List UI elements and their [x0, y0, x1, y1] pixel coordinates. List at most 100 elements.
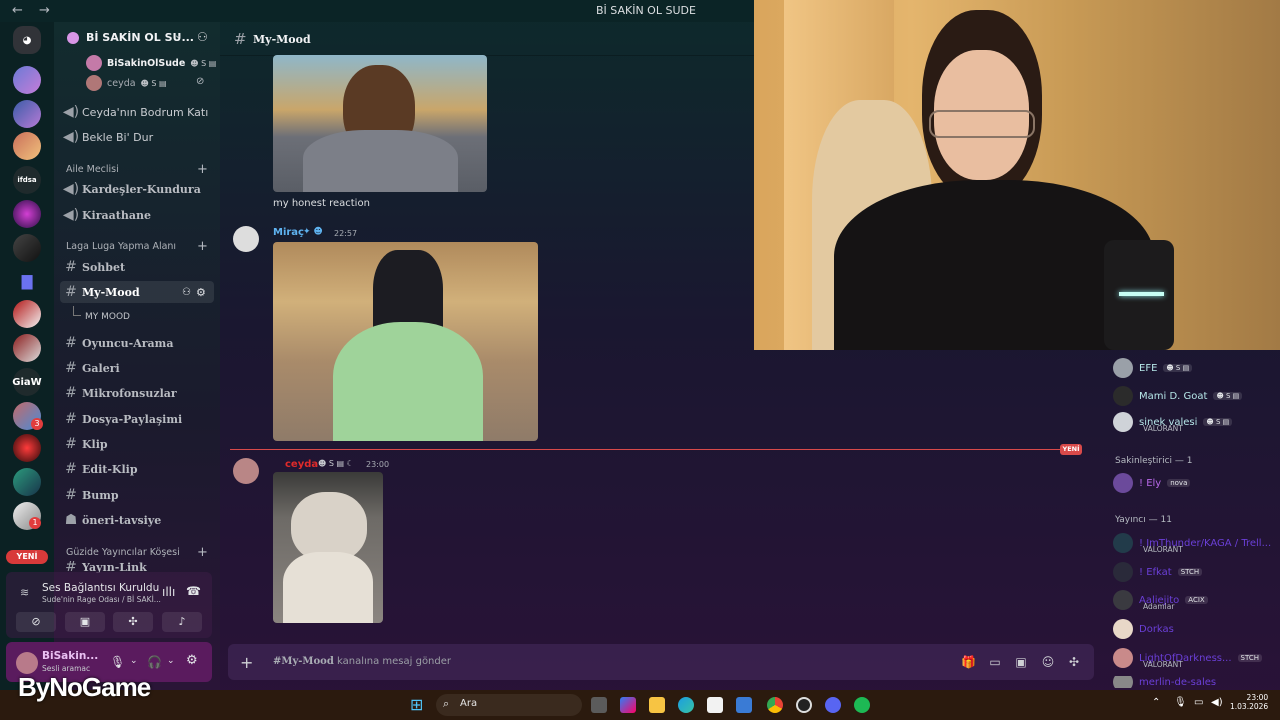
channel-my-mood[interactable]: # My-Mood ⚇ ⚙	[60, 281, 214, 303]
channel-edit-klip[interactable]: # Edit-Klip	[60, 458, 214, 480]
signal-icon[interactable]: ≋	[20, 586, 29, 599]
obs-icon[interactable]	[796, 697, 812, 713]
message-author[interactable]: Miraç	[273, 227, 304, 238]
new-badge[interactable]: YENİ	[6, 550, 48, 564]
member-item[interactable]: Mami D. Goat ☻ S ▤	[1113, 386, 1243, 406]
app-icon[interactable]	[620, 697, 636, 713]
add-member-icon[interactable]: ⚇	[182, 287, 191, 298]
channel-oneri-tavsiye[interactable]: ☗ öneri-tavsiye	[60, 509, 214, 531]
file-explorer-icon[interactable]	[649, 697, 665, 713]
category-guzide[interactable]: Güzide Yayıncılar Köşesi	[66, 547, 180, 558]
add-channel-icon[interactable]: +	[197, 545, 208, 560]
store-icon[interactable]	[707, 697, 723, 713]
member-tag: ☻ S ▤	[1203, 418, 1233, 426]
edge-icon[interactable]	[678, 697, 694, 713]
add-channel-icon[interactable]: +	[197, 239, 208, 254]
channel-dosya-paylasimi[interactable]: # Dosya-Paylaşimi	[60, 408, 214, 430]
member-item[interactable]: Aaliejito ACIX Adamlar	[1113, 588, 1208, 612]
voice-channel[interactable]: ◀) Ceyda'nın Bodrum Katı	[60, 101, 214, 123]
screen-share-button[interactable]: ▣	[65, 612, 105, 632]
disconnect-icon[interactable]: ☎	[186, 584, 201, 598]
member-item[interactable]: LightOfDarkness... STCH VALORANT	[1113, 646, 1262, 670]
discord-icon[interactable]	[825, 697, 841, 713]
gear-icon[interactable]: ⚙	[196, 286, 206, 299]
gift-icon[interactable]: 🎁	[961, 655, 976, 669]
member-item[interactable]: EFE ☻ S ▤	[1113, 358, 1193, 378]
channel-mikrofonsuzlar[interactable]: # Mikrofonsuzlar	[60, 382, 214, 404]
server-icon[interactable]	[13, 132, 41, 160]
avatar	[1113, 619, 1133, 639]
chrome-icon[interactable]	[767, 697, 783, 713]
volume-icon[interactable]: ◀)	[1211, 697, 1223, 708]
member-item[interactable]: merlin-de-sales	[1113, 676, 1216, 688]
add-attachment-icon[interactable]: +	[240, 653, 253, 672]
activities-button[interactable]: ✣	[113, 612, 153, 632]
chevron-up-icon[interactable]: ⌃	[1152, 697, 1160, 708]
server-icon[interactable]	[13, 468, 41, 496]
task-view-icon[interactable]	[591, 697, 607, 713]
message-gif[interactable]	[273, 55, 487, 192]
server-icon[interactable]	[13, 100, 41, 128]
microphone-icon[interactable]: 🎙	[110, 655, 125, 669]
voice-channel[interactable]: ◀) Bekle Bi' Dur	[60, 126, 214, 148]
member-item[interactable]: ! Ely nova	[1113, 473, 1191, 493]
sticker-icon[interactable]: ▣	[1014, 655, 1028, 669]
chevron-down-icon[interactable]: ⌄	[167, 656, 175, 666]
voice-user[interactable]: ceyda ☻ S ▤	[86, 75, 167, 91]
message-gif[interactable]	[273, 242, 538, 441]
apps-icon[interactable]: ✣	[1067, 655, 1081, 669]
server-icon[interactable]	[13, 66, 41, 94]
microphone-tray-icon[interactable]: 🎙	[1174, 697, 1187, 708]
channel-klip[interactable]: # Klip	[60, 433, 214, 455]
category-aile-meclisi[interactable]: Aile Meclisi	[66, 164, 119, 175]
member-item[interactable]: Dorkas	[1113, 619, 1174, 639]
channel-bump[interactable]: # Bump	[60, 484, 214, 506]
avatar[interactable]	[233, 226, 259, 252]
channel-oyuncu-arama[interactable]: # Oyuncu-Arama	[60, 332, 214, 354]
camera-off-button[interactable]: ⊘	[16, 612, 56, 632]
server-icon[interactable]: GiaW	[12, 368, 42, 396]
nav-arrows[interactable]: ← →	[12, 3, 56, 18]
server-icon[interactable]	[13, 234, 41, 262]
thread-my-mood[interactable]: MY MOOD	[85, 312, 130, 322]
taskbar-search[interactable]	[436, 694, 582, 716]
server-icon[interactable]: ifdsa	[13, 166, 41, 194]
channel-galeri[interactable]: # Galeri	[60, 357, 214, 379]
channel-kiraathane[interactable]: ◀) Kiraathane	[60, 204, 214, 226]
message-input[interactable]: #My-Mood kanalına mesaj gönder	[273, 656, 451, 667]
server-icon[interactable]	[13, 334, 41, 362]
server-icon[interactable]	[13, 300, 41, 328]
discord-home-icon[interactable]: ◕	[13, 26, 41, 54]
avatar[interactable]	[233, 458, 259, 484]
avatar[interactable]	[16, 652, 38, 674]
folder-icon[interactable]: ▇	[13, 268, 41, 296]
voice-room-name[interactable]: Sude'nin Rage Odası / Bİ SAKİ...	[42, 595, 161, 604]
member-item[interactable]: sinek valesi ☻ S ▤ VALORANT	[1113, 410, 1233, 434]
chevron-down-icon[interactable]: ⌄	[130, 656, 138, 666]
channel-sohbet[interactable]: # Sohbet	[60, 256, 214, 278]
server-icon[interactable]	[13, 200, 41, 228]
add-channel-icon[interactable]: +	[197, 162, 208, 177]
invite-icon[interactable]: ⚇	[197, 30, 208, 44]
member-item[interactable]: ! ImThunder/KAGA / Trell... VALORANT	[1113, 531, 1271, 555]
member-item[interactable]: ! Efkat STCH	[1113, 562, 1203, 582]
channel-kardesler-kundura[interactable]: ◀) Kardeşler-Kundura	[60, 178, 214, 200]
message-image[interactable]	[273, 472, 383, 623]
mail-icon[interactable]	[736, 697, 752, 713]
category-laga-luga[interactable]: Laga Luga Yapma Alanı	[66, 241, 176, 252]
message-author[interactable]: ceyda	[285, 459, 318, 470]
user-name[interactable]: BiSakin...	[42, 650, 98, 662]
settings-gear-icon[interactable]: ⚙	[186, 653, 198, 668]
system-clock[interactable]: 23:00 1.03.2026	[1230, 693, 1268, 711]
spotify-icon[interactable]	[854, 697, 870, 713]
network-icon[interactable]: ▭	[1194, 697, 1203, 708]
server-icon[interactable]	[13, 434, 41, 462]
gif-icon[interactable]: ▭	[988, 655, 1002, 669]
headphones-icon[interactable]: 🎧	[147, 655, 162, 669]
windows-start-icon[interactable]: ⊞	[410, 695, 423, 714]
voice-user[interactable]: BiSakinOlSude ☻ S ▤	[86, 55, 216, 71]
soundboard-button[interactable]: ♪	[162, 612, 202, 632]
chevron-down-icon[interactable]: ⌄	[174, 30, 182, 41]
emoji-icon[interactable]: ☺	[1041, 655, 1055, 669]
noise-suppression-icon[interactable]: ıllı	[162, 585, 175, 599]
